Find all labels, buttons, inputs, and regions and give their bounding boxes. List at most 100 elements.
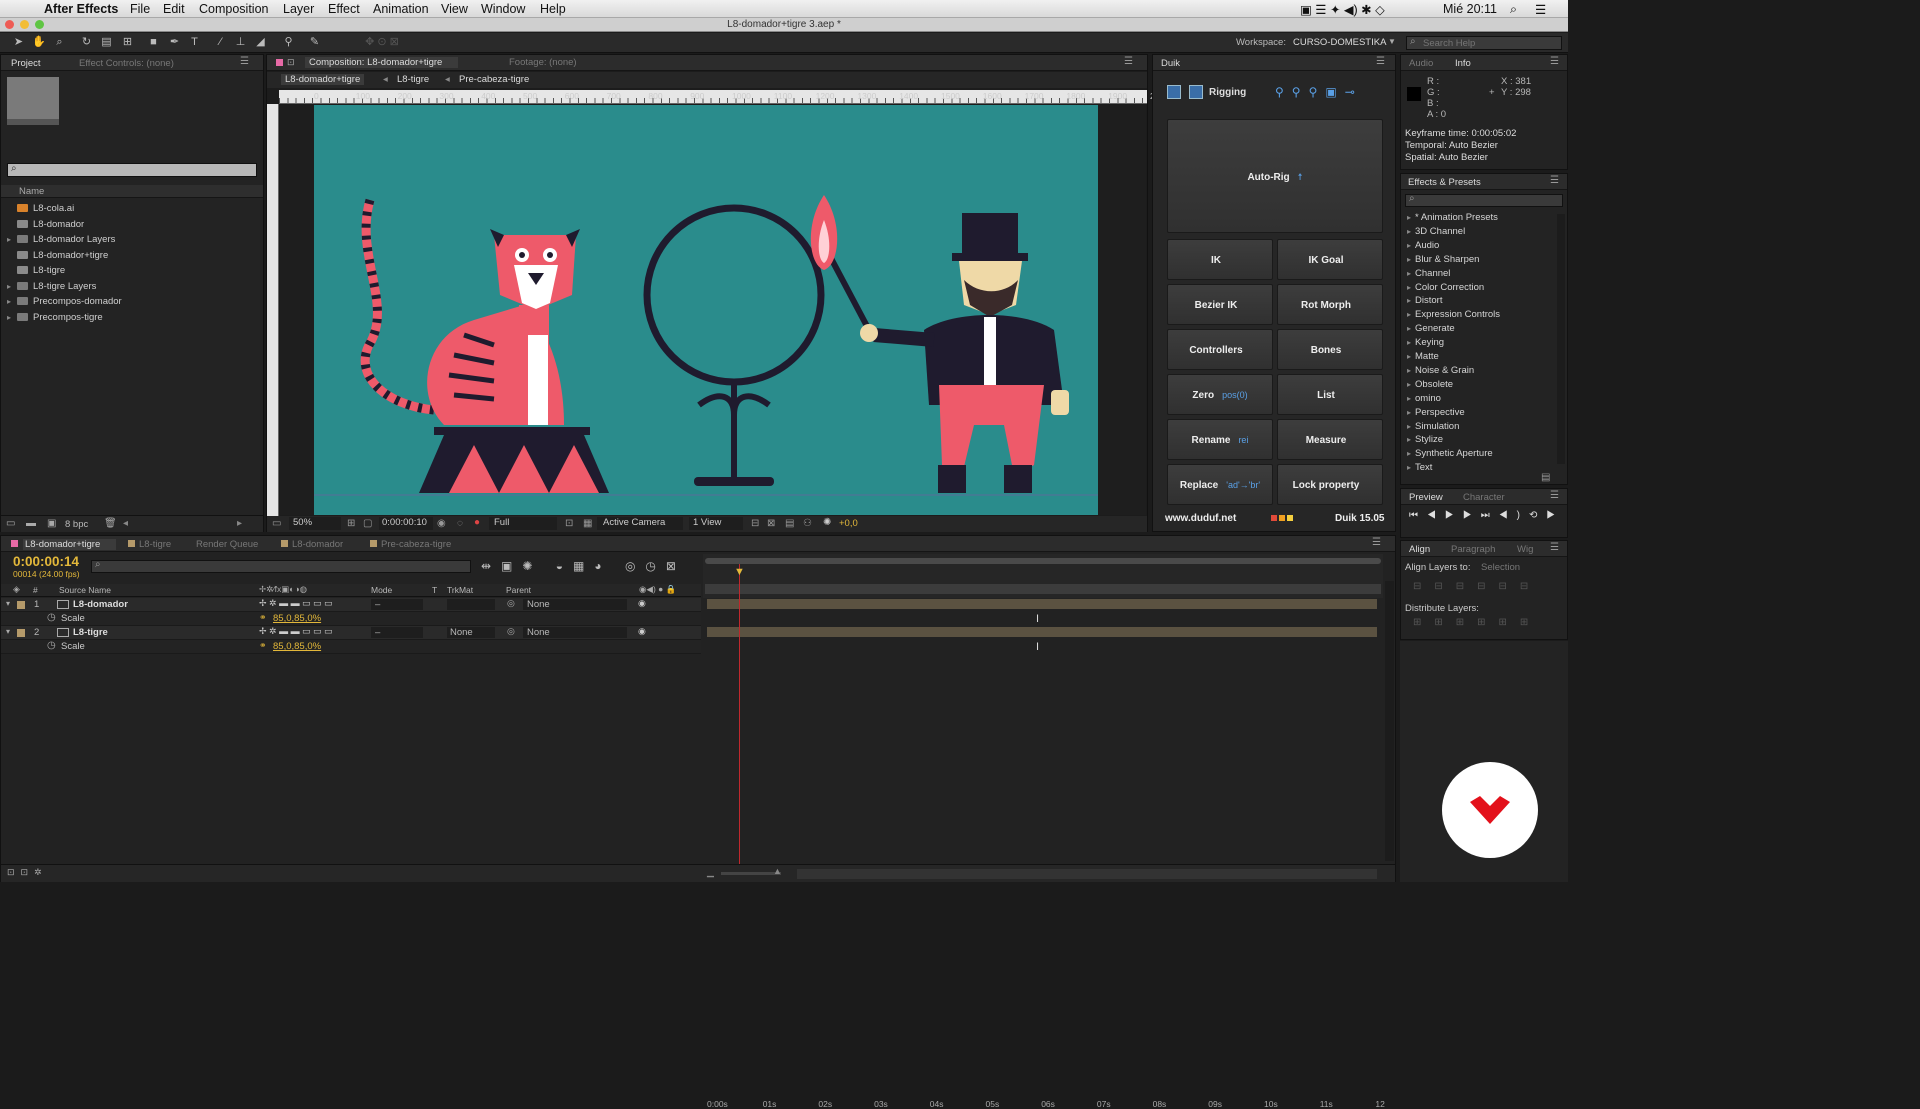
selection-tool-icon[interactable]: ➤ [12, 36, 25, 49]
menu-edit[interactable]: Edit [163, 2, 185, 16]
layer-bar-tigre[interactable] [707, 627, 1377, 637]
effect-category[interactable]: Synthetic Aperture [1407, 447, 1493, 461]
playhead-line[interactable] [739, 564, 740, 864]
menu-window[interactable]: Window [481, 2, 525, 16]
table-row[interactable]: ▾ 2 L8-tigre ✢ ✲ ▬ ▬ ▭ ▭ ▭ – None ◎ None ◉ [1, 626, 701, 640]
exposure-icon[interactable]: ✺ [823, 517, 831, 528]
tab-effects-presets[interactable]: Effects & Presets [1408, 177, 1481, 188]
timeline-icon[interactable]: ▤ [785, 518, 794, 529]
rectangle-tool-icon[interactable]: ■ [147, 36, 160, 49]
app-menu[interactable]: After Effects [44, 2, 118, 16]
effect-category[interactable]: Obsolete [1407, 378, 1453, 392]
effect-category[interactable]: omino [1407, 392, 1441, 406]
channel-icon[interactable]: ● [474, 517, 480, 528]
stopwatch-icon[interactable]: ◷ [47, 640, 56, 651]
view-layout-dropdown[interactable]: 1 View [689, 517, 743, 530]
effect-category[interactable]: Blur & Sharpen [1407, 253, 1479, 267]
effect-category[interactable]: Simulation [1407, 420, 1459, 434]
resolution-dropdown[interactable]: Full [489, 517, 557, 530]
layer-switches[interactable]: ✢ ✲ ▬ ▬ ▭ ▭ ▭ [259, 598, 333, 609]
twirl-down-icon[interactable]: ▾ [6, 599, 10, 608]
viewer-timecode[interactable]: 0:00:00:10 [379, 517, 433, 530]
rigging-tool-icons[interactable]: ⚲⚲⚲▣⊸ [1275, 85, 1363, 99]
chevron-down-icon[interactable]: ▼ [1388, 37, 1396, 46]
effect-category[interactable]: Channel [1407, 267, 1450, 281]
rot-morph-button[interactable]: Rot Morph [1277, 284, 1383, 325]
label-color[interactable] [17, 629, 25, 637]
menu-help[interactable]: Help [540, 2, 566, 16]
align-to-dropdown[interactable]: Selection [1481, 562, 1520, 573]
toggle-switches-icons[interactable]: ⊡⊡✲ [7, 867, 48, 878]
effect-category[interactable]: Keying [1407, 336, 1444, 350]
tab-align[interactable]: Align [1409, 544, 1430, 555]
puppet-tool-icon[interactable]: ✎ [308, 36, 321, 49]
mask-icon[interactable]: ▢ [363, 518, 372, 529]
layer-switches[interactable]: ✢ ✲ ▬ ▬ ▭ ▭ ▭ [259, 626, 333, 637]
expand-arrow-icon[interactable]: ▸ [7, 310, 17, 325]
camera-dropdown[interactable]: Active Camera [597, 517, 683, 530]
effect-category[interactable]: Audio [1407, 239, 1439, 253]
zoom-dropdown[interactable]: 50% [289, 517, 341, 530]
panel-menu-icon[interactable]: ☰ [1124, 56, 1133, 67]
pickwhip-icon[interactable]: ◎ [507, 626, 515, 637]
trash-icon[interactable]: 🗑 [104, 518, 117, 529]
effects-search-input[interactable] [1405, 194, 1563, 207]
effect-category[interactable]: Matte [1407, 350, 1439, 364]
scale-value[interactable]: 85,0,85,0% [273, 641, 321, 652]
effect-category[interactable]: 3D Channel [1407, 225, 1465, 239]
eye-icon[interactable]: ◉ [638, 598, 646, 609]
safe-zones-icon[interactable]: ⊞ [347, 518, 355, 529]
new-comp-icon[interactable]: ▣ [47, 518, 56, 529]
breadcrumb-item-cabeza[interactable]: Pre-cabeza-tigre [459, 74, 529, 85]
constrain-proportions-icon[interactable]: ⚭ [259, 612, 267, 623]
panel-menu-icon[interactable]: ☰ [1550, 542, 1559, 553]
list-button[interactable]: List [1277, 374, 1383, 415]
pan-behind-tool-icon[interactable]: ⊞ [121, 36, 134, 49]
clone-tool-icon[interactable]: ⊥ [234, 36, 247, 49]
exposure-value[interactable]: +0,0 [839, 518, 858, 529]
timeline-scrollbar[interactable] [1385, 581, 1394, 861]
tab-timeline-tigre[interactable]: L8-tigre [139, 539, 171, 550]
project-item[interactable]: L8-domador+tigre [7, 248, 247, 263]
effect-category[interactable]: Stylize [1407, 433, 1443, 447]
animation-tab-icon[interactable] [1189, 85, 1203, 99]
time-ruler-area[interactable] [703, 554, 1383, 598]
eraser-tool-icon[interactable]: ◢ [254, 36, 267, 49]
project-item[interactable]: L8-domador [7, 217, 247, 232]
project-item[interactable]: ▸ L8-tigre Layers [7, 279, 247, 294]
mode-dropdown[interactable]: – [371, 627, 423, 638]
flowchart-icon[interactable]: ⚇ [803, 518, 812, 529]
time-navigator[interactable] [705, 584, 1381, 594]
duik-website[interactable]: www.duduf.net [1165, 513, 1236, 524]
bit-depth[interactable]: 8 bpc [65, 519, 88, 530]
comp-viewer[interactable] [280, 105, 1146, 515]
auto-rig-button[interactable]: Auto-Rig ☨ [1167, 119, 1383, 233]
lock-property-button[interactable]: Lock property [1277, 464, 1383, 505]
lock-icon[interactable]: ⊡ [287, 57, 295, 68]
tab-character[interactable]: Character [1463, 492, 1505, 503]
project-item[interactable]: L8-cola.ai [7, 201, 247, 216]
interpret-footage-icon[interactable]: ▭ [6, 518, 15, 529]
name-column[interactable]: Name [19, 186, 44, 197]
project-search-input[interactable] [7, 163, 257, 177]
bones-button[interactable]: Bones [1277, 329, 1383, 370]
breadcrumb-item-main[interactable]: L8-domador+tigre [281, 74, 365, 85]
pen-tool-icon[interactable]: ✒ [168, 36, 181, 49]
expand-arrow-icon[interactable]: ▸ [7, 294, 17, 309]
menu-file[interactable]: File [130, 2, 150, 16]
expand-arrow-icon[interactable]: ▸ [7, 279, 17, 294]
effect-category[interactable]: Perspective [1407, 406, 1465, 420]
effects-scrollbar[interactable] [1557, 214, 1565, 464]
project-item[interactable]: L8-tigre [7, 263, 247, 278]
region-icon[interactable]: ⊡ [565, 518, 573, 529]
panel-menu-icon[interactable]: ☰ [1550, 56, 1559, 67]
fast-preview-icon[interactable]: ⊠ [767, 518, 775, 529]
vertical-ruler[interactable] [267, 104, 279, 516]
current-time[interactable]: 0:00:00:14 [13, 554, 79, 569]
distribute-buttons[interactable]: ⊞⊞⊞⊞⊞⊞ [1413, 617, 1541, 628]
expand-arrow-icon[interactable]: ▸ [7, 232, 17, 247]
replace-button[interactable]: Replace 'ad'→'br' [1167, 464, 1273, 505]
tab-duik[interactable]: Duik [1161, 58, 1180, 69]
roto-brush-tool-icon[interactable]: ⚲ [282, 36, 295, 49]
tab-effect-controls[interactable]: Effect Controls: (none) [79, 58, 174, 69]
